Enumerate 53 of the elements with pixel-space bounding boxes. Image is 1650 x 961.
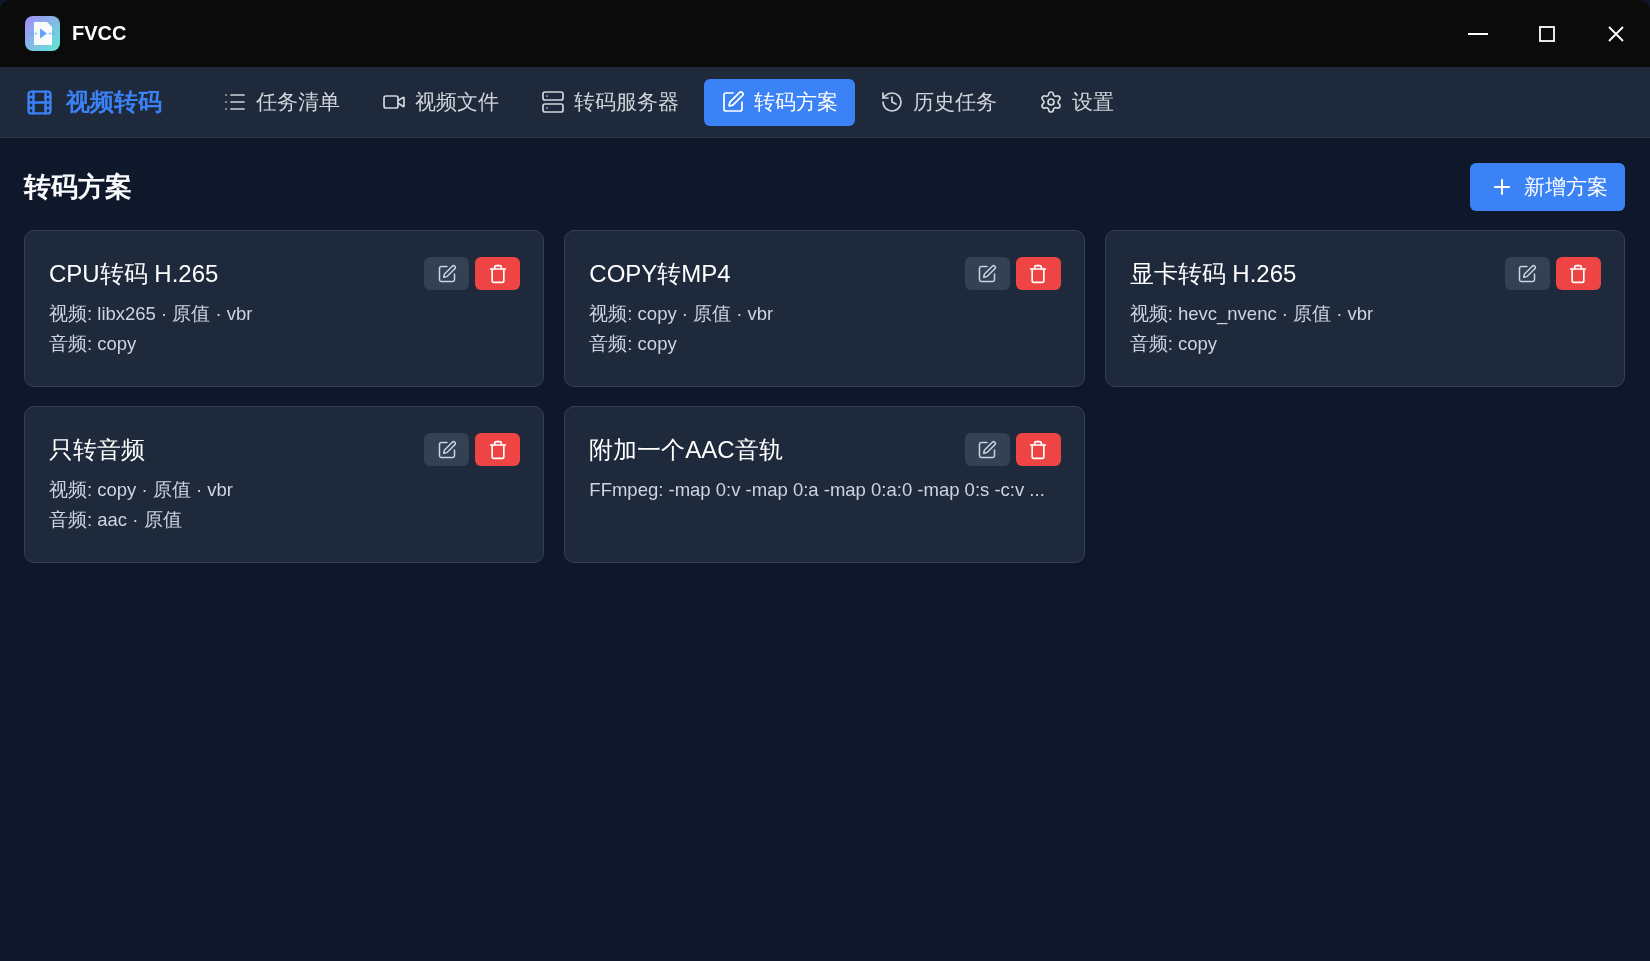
delete-button[interactable] [1556,257,1601,290]
trash-icon [1028,263,1049,284]
app-title: FVCC [72,22,127,45]
server-icon [541,90,565,114]
film-icon [25,87,54,117]
profile-title: 显卡转码 H.265 [1129,258,1297,289]
edit-button[interactable] [1505,257,1550,290]
edit-button[interactable] [424,433,470,466]
profile-detail: 音频: aac · 原值 [49,508,183,532]
profile-detail: 音频: copy [49,332,138,356]
profile-title: COPY转MP4 [589,258,731,289]
close-icon [1607,25,1624,42]
trash-icon [487,263,508,284]
add-profile-button[interactable]: 新增方案 [1470,163,1625,211]
page-title: 转码方案 [24,171,132,204]
trash-icon [1028,439,1049,460]
nav-tab[interactable]: 视频文件 [365,78,516,126]
trash-icon [1568,263,1589,284]
profile-detail: FFmpeg: -map 0:v -map 0:a -map 0:a:0 -map 0:s -c:v ... [589,478,1046,502]
profile-title: 附加一个AAC音轨 [589,434,783,465]
trash-icon [487,439,508,460]
app-logo-icon [25,16,60,51]
history-icon [880,90,904,114]
edit-button[interactable] [964,433,1010,466]
delete-button[interactable] [475,257,521,290]
edit-icon [977,263,998,284]
edit-icon [1517,263,1538,284]
delete-button[interactable] [475,433,521,466]
edit-button[interactable] [424,257,470,290]
nav-tab[interactable]: 设置 [1022,78,1131,126]
edit-icon [721,90,745,114]
profile-detail: 音频: copy [589,332,678,356]
minimize-icon [1467,32,1488,35]
nav-tab[interactable]: 转码方案 [704,78,855,126]
profile-detail: 音频: copy [1129,332,1218,356]
profile-detail: 视频: copy · 原值 · vbr [49,478,234,502]
nav-tab[interactable]: 任务清单 [206,78,357,126]
edit-icon [436,439,457,460]
delete-button[interactable] [1015,257,1061,290]
profile-detail: 视频: copy · 原值 · vbr [589,302,775,326]
profile-title: 只转音频 [49,434,145,465]
maximize-icon [1538,25,1555,42]
settings-icon [1039,90,1063,114]
profile-title: CPU转码 H.265 [49,258,219,289]
profile-detail: 视频: hevc_nvenc · 原值 · vbr [1129,302,1375,327]
profile-detail: 视频: libx265 · 原值 · vbr [49,302,254,326]
nav-tab[interactable]: 转码服务器 [524,78,696,126]
edit-icon [977,439,998,460]
brand-title: 视频转码 [66,87,162,117]
nav-tab[interactable]: 历史任务 [863,78,1014,126]
delete-button[interactable] [1015,433,1061,466]
edit-icon [436,263,457,284]
edit-button[interactable] [964,257,1010,290]
